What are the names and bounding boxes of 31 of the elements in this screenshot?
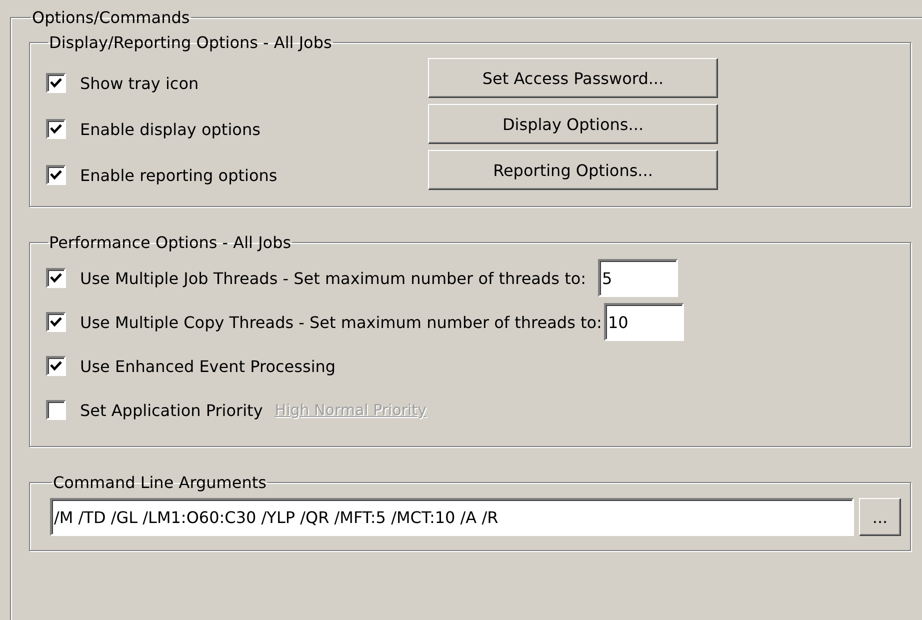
check-icon: [50, 170, 62, 180]
checkbox-label: Enable reporting options: [80, 166, 278, 184]
checkbox-label: Set Application Priority: [80, 400, 263, 420]
check-icon: [50, 317, 62, 327]
checkbox[interactable]: [46, 119, 66, 139]
checkbox-label: Use Multiple Copy Threads - Set maximum number of threads to:: [80, 312, 602, 332]
check-icon: [50, 273, 62, 283]
threads-field[interactable]: 10: [604, 303, 684, 341]
check-icon: [50, 78, 62, 88]
checkbox[interactable]: [46, 268, 66, 288]
group-title: Command Line Arguments: [52, 473, 268, 492]
options-button[interactable]: Reporting Options...: [428, 150, 718, 190]
group-title: Display/Reporting Options - All Jobs: [48, 33, 333, 52]
group-title: Performance Options - All Jobs: [48, 233, 292, 252]
checkbox-label: Enable display options: [80, 120, 260, 138]
checkbox[interactable]: [46, 400, 66, 420]
group-title: Options/Commands: [31, 8, 191, 27]
checkbox-label: Use Enhanced Event Processing: [80, 356, 336, 376]
browse-button[interactable]: ...: [859, 498, 901, 536]
checkbox[interactable]: [46, 73, 66, 93]
checkbox[interactable]: [46, 165, 66, 185]
checkbox[interactable]: [46, 356, 66, 376]
options-button[interactable]: Set Access Password...: [428, 58, 718, 98]
options-button[interactable]: Display Options...: [428, 104, 718, 144]
checkbox-label: Show tray icon: [80, 74, 199, 92]
checkbox[interactable]: [46, 312, 66, 332]
arguments-field[interactable]: /M /TD /GL /LM1:O60:C30 /YLP /QR /MFT:5 /MCT:10 /A /R: [50, 498, 854, 536]
check-icon: [50, 361, 62, 371]
threads-field[interactable]: 5: [598, 259, 678, 297]
checkbox-label: Use Multiple Job Threads - Set maximum number of threads to:: [80, 268, 586, 288]
check-icon: [50, 124, 62, 134]
